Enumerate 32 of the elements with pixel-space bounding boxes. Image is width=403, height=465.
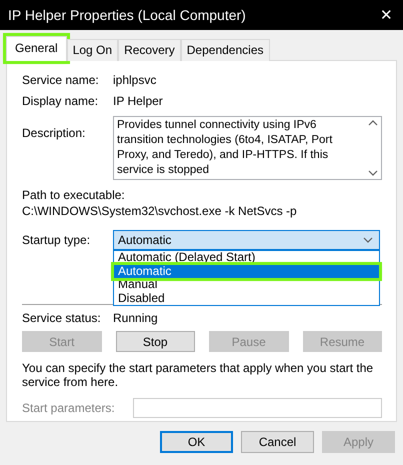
dropdown-option[interactable]: Automatic [114,264,379,278]
path-value: C:\WINDOWS\System32\svchost.exe -k NetSvcs -p [22,204,298,218]
dropdown-option[interactable]: Automatic (Delayed Start) [114,251,379,264]
startup-type-dropdown[interactable]: Automatic [113,230,380,250]
window-title: IP Helper Properties (Local Computer) [8,7,246,23]
tab[interactable]: Dependencies [180,39,270,61]
close-button[interactable]: ✕ [380,6,393,24]
start-parameters-field[interactable] [133,398,382,418]
description-box[interactable]: Provides tunnel connectivity using IPv6 transition technologies (6to4, ISATAP, Port Proxy, and Teredo), and IP-HTTPS. If this service is stopped [113,116,382,180]
tab[interactable]: General [6,36,67,61]
chevron-down-icon[interactable] [363,237,373,243]
dropdown-option[interactable]: Disabled [114,292,379,305]
info-text: You can specify the start parameters that apply when you start the service from here. [22,361,374,389]
field-label: Service name: [22,73,100,87]
status-value: Running [113,311,158,325]
field-label: Description: [22,125,86,140]
field-value: IP Helper [113,94,163,108]
chevron-up-icon[interactable] [368,120,378,126]
tab[interactable]: Recovery [118,39,181,61]
field-label: Display name: [22,94,100,108]
dialog-button[interactable]: Cancel [241,431,314,453]
description-text: Provides tunnel connectivity using IPv6 transition technologies (6to4, ISATAP, Port Proxy, and Teredo), and IP-HTTPS. If this service is stopped [116,118,334,178]
field-label: Path to executable: [22,188,126,202]
field-label: Start parameters: [22,401,116,415]
dropdown-option[interactable]: Manual [114,278,379,292]
field-label: Service status: [22,311,102,325]
tab[interactable]: Log On [66,39,118,61]
chevron-down-icon[interactable] [368,170,378,176]
service-button[interactable]: Stop [116,331,195,352]
dialog-button[interactable]: OK [160,431,233,453]
field-label: Startup type: [22,233,92,247]
field-value: iphlpsvc [113,73,156,87]
